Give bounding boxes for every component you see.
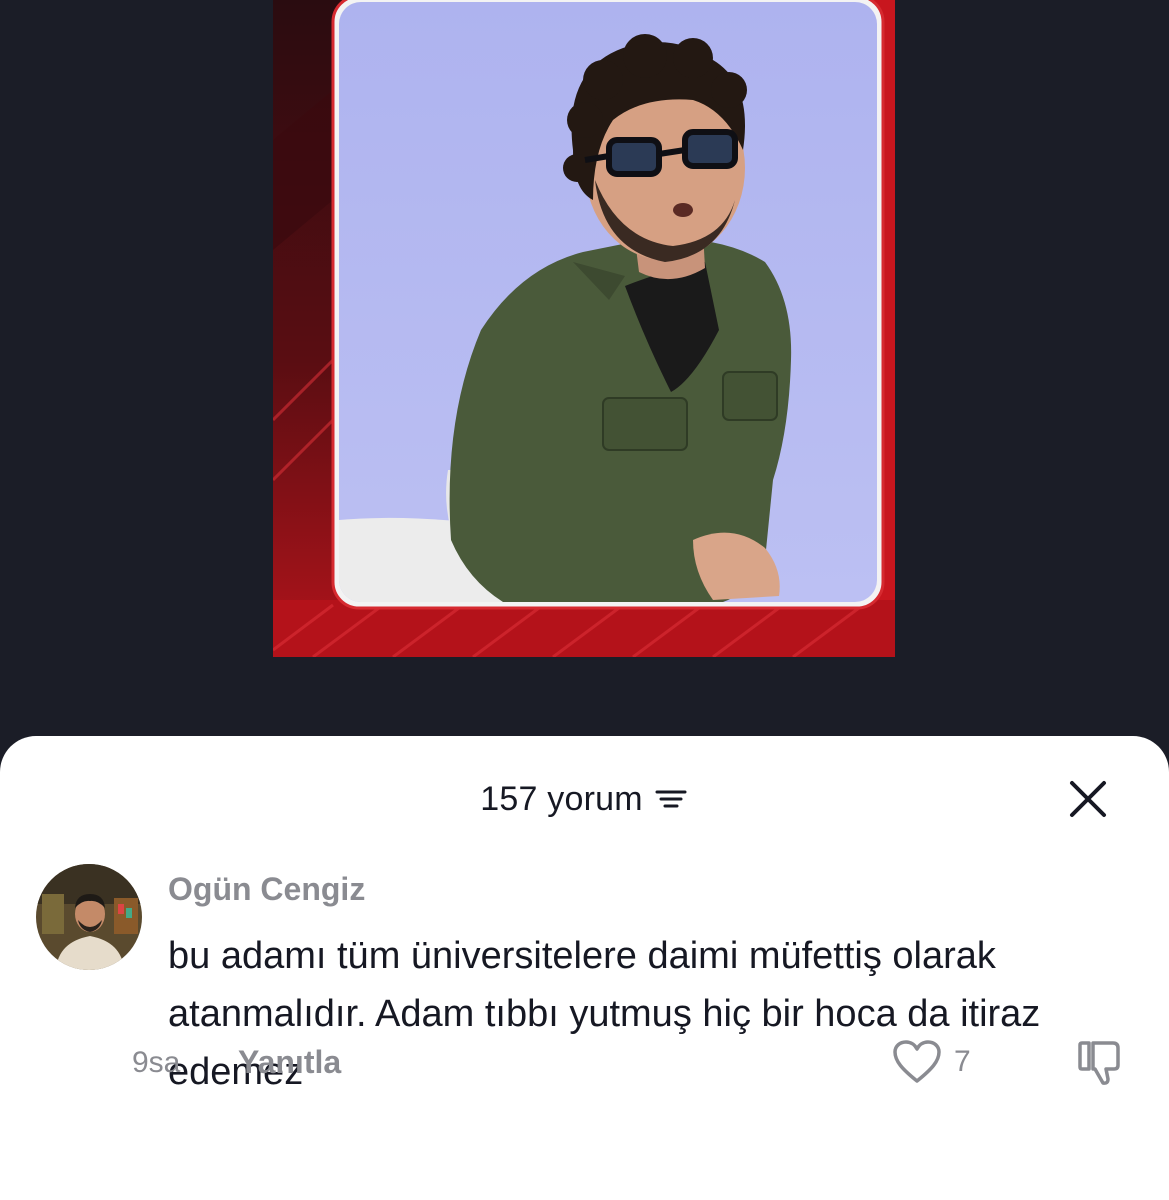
- like-count: 7: [954, 1045, 971, 1078]
- comments-header: 157 yorum: [0, 776, 1169, 822]
- app-screen: 157 yorum Ogün Cengiz bu adamı tüm ünive…: [0, 0, 1169, 1200]
- user-avatar-image: [36, 864, 142, 970]
- comment-count: 157 yorum: [480, 779, 643, 818]
- video-thumbnail: [273, 0, 895, 657]
- heart-icon: [893, 1040, 941, 1083]
- sort-comments-button[interactable]: 157 yorum: [480, 780, 688, 819]
- close-icon: [1070, 781, 1106, 817]
- dislike-button[interactable]: [1072, 1034, 1128, 1090]
- comment-actions: 9sa Yanıtla 7: [132, 1034, 1120, 1094]
- video-player[interactable]: [273, 0, 895, 657]
- reply-button[interactable]: Yanıtla: [238, 1044, 341, 1081]
- comments-sheet: 157 yorum Ogün Cengiz bu adamı tüm ünive…: [0, 736, 1169, 1200]
- like-button[interactable]: 7: [892, 1034, 971, 1090]
- thumbs-down-icon: [1078, 1041, 1120, 1085]
- comment-timestamp: 9sa: [132, 1046, 181, 1079]
- close-button[interactable]: [1065, 776, 1111, 822]
- comment-author[interactable]: Ogün Cengiz: [168, 867, 1118, 911]
- filter-lines-icon: [655, 790, 687, 808]
- avatar[interactable]: [36, 864, 142, 970]
